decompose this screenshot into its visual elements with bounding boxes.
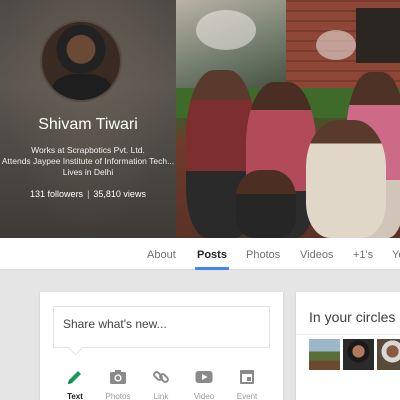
tab-photos[interactable]: Photos <box>246 238 280 270</box>
profile-education: Attends Jaypee Institute of Information … <box>1 156 175 166</box>
share-input[interactable]: Share what's new... <box>53 306 270 348</box>
in-your-circles-card: In your circles <box>296 292 400 400</box>
stats-separator: | <box>87 189 90 199</box>
views-count: 35,810 views <box>93 189 146 199</box>
profile-name: Shivam Tiwari <box>38 116 138 133</box>
cover-photo[interactable] <box>176 0 400 238</box>
profile-cover: Shivam Tiwari Works at Scrapbotics Pvt. … <box>0 0 400 238</box>
circle-member-avatar[interactable] <box>377 339 400 370</box>
camera-icon <box>110 370 126 384</box>
share-photos-label: Photos <box>105 392 131 400</box>
share-box: Share what's new... Text Photos Link Vid… <box>40 292 283 400</box>
link-icon <box>153 371 169 383</box>
tab-plus-ones[interactable]: +1's <box>353 238 373 270</box>
tab-yes[interactable]: Yes <box>392 238 400 270</box>
share-link-label: Link <box>153 392 169 400</box>
circle-member-avatar[interactable] <box>309 339 340 370</box>
tab-videos[interactable]: Videos <box>300 238 333 270</box>
share-text-button[interactable]: Text <box>53 368 97 400</box>
calendar-icon <box>240 370 254 384</box>
share-event-button[interactable]: Event <box>225 368 269 400</box>
tab-about[interactable]: About <box>147 238 176 270</box>
circle-member-avatar[interactable] <box>343 339 374 370</box>
share-event-label: Event <box>236 392 258 400</box>
pencil-icon <box>68 371 81 384</box>
circles-divider <box>296 334 400 335</box>
profile-location: Lives in Delhi <box>62 167 114 177</box>
followers-count[interactable]: 131 followers <box>30 189 83 199</box>
tab-posts[interactable]: Posts <box>195 238 229 270</box>
profile-stats: 131 followers | 35,810 views <box>0 189 176 199</box>
circles-title[interactable]: In your circles <box>309 309 395 325</box>
video-play-icon <box>195 371 213 383</box>
profile-work: Works at Scrapbotics Pvt. Ltd. <box>31 145 145 155</box>
share-video-button[interactable]: Video <box>182 368 226 400</box>
profile-avatar[interactable] <box>40 20 122 102</box>
share-text-label: Text <box>67 392 83 400</box>
share-link-button[interactable]: Link <box>139 368 183 400</box>
share-photos-button[interactable]: Photos <box>96 368 140 400</box>
profile-tab-bar: About Posts Photos Videos +1's Yes <box>0 238 400 270</box>
share-video-label: Video <box>193 392 215 400</box>
